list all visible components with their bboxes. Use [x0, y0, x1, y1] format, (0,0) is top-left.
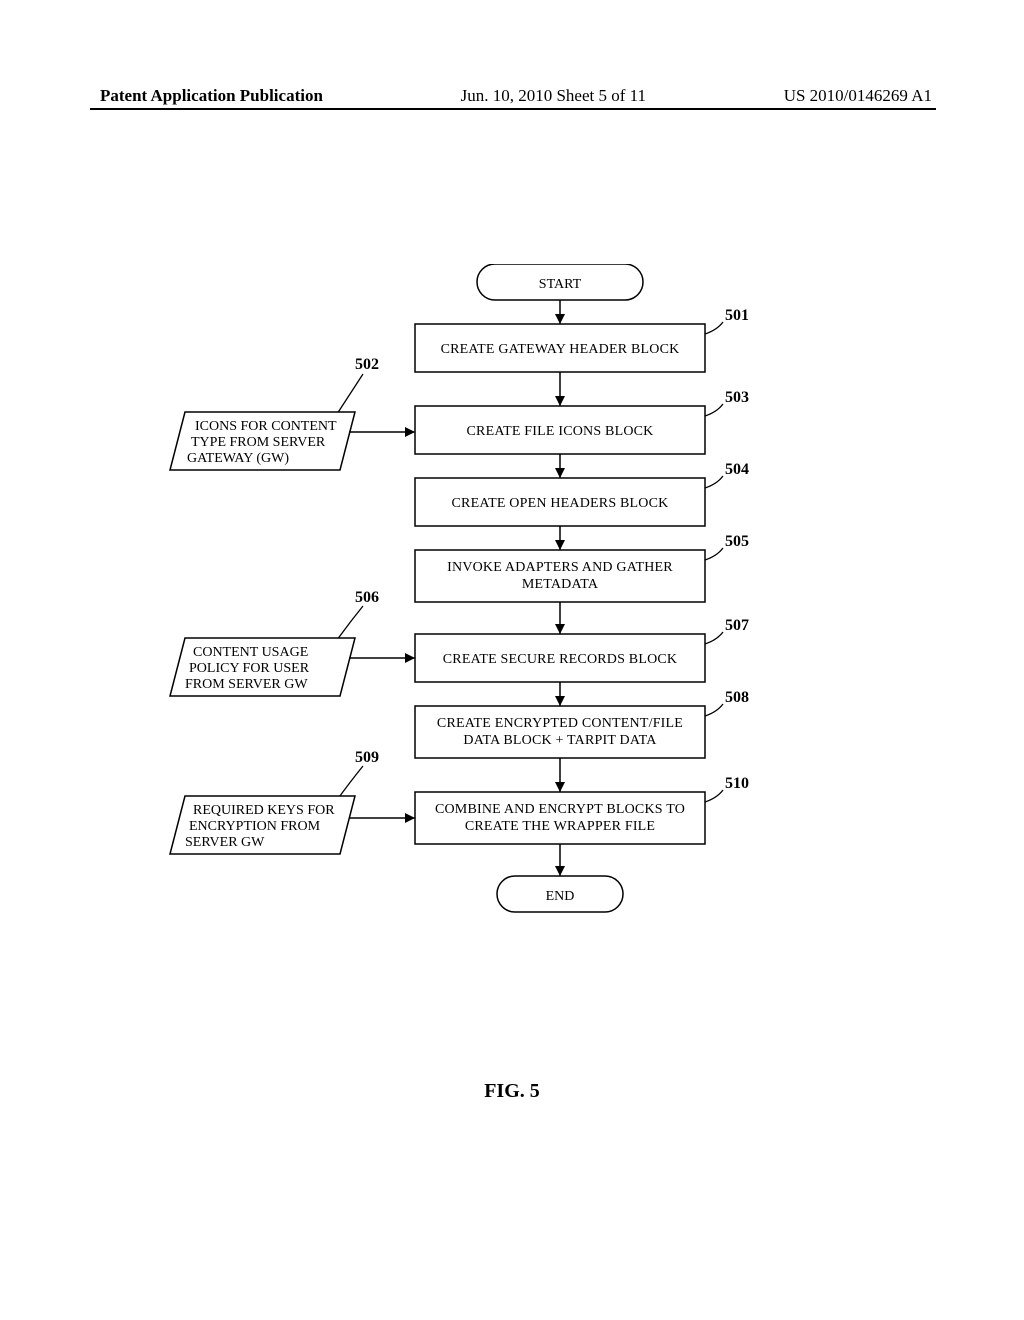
ref-506: 506: [355, 589, 379, 606]
leader-505: [705, 548, 723, 560]
leader-506: [337, 606, 363, 640]
data-509-line1: REQUIRED KEYS FOR: [193, 803, 335, 818]
process-507-label: CREATE SECURE RECORDS BLOCK: [443, 652, 678, 667]
data-509-line3: SERVER GW: [185, 835, 265, 850]
leader-503: [705, 404, 723, 416]
data-506-line1: CONTENT USAGE: [193, 645, 308, 660]
ref-507: 507: [725, 617, 749, 634]
leader-507: [705, 632, 723, 644]
terminal-start-label: START: [539, 277, 582, 292]
data-502-line2: TYPE FROM SERVER: [191, 435, 326, 450]
flowchart: START CREATE GATEWAY HEADER BLOCK 501 50…: [165, 264, 875, 984]
data-502-line3: GATEWAY (GW): [187, 451, 289, 466]
process-505: [415, 550, 705, 602]
leader-510: [705, 790, 723, 802]
leader-502: [337, 374, 363, 414]
process-510-line2: CREATE THE WRAPPER FILE: [465, 819, 655, 834]
process-508-line1: CREATE ENCRYPTED CONTENT/FILE: [437, 716, 683, 731]
data-502-line1: ICONS FOR CONTENT: [195, 419, 337, 434]
terminal-end-label: END: [546, 889, 575, 904]
data-506-line2: POLICY FOR USER: [189, 661, 310, 676]
leader-509: [337, 766, 363, 800]
process-501-label: CREATE GATEWAY HEADER BLOCK: [441, 342, 680, 357]
process-508: [415, 706, 705, 758]
leader-504: [705, 476, 723, 488]
data-506-line3: FROM SERVER GW: [185, 677, 308, 692]
leader-508: [705, 704, 723, 716]
ref-502: 502: [355, 356, 379, 373]
leader-501: [705, 322, 723, 334]
ref-501: 501: [725, 307, 749, 324]
process-503-label: CREATE FILE ICONS BLOCK: [467, 424, 654, 439]
page-header: Patent Application Publication Jun. 10, …: [0, 82, 1024, 106]
header-rule: [90, 108, 936, 110]
process-510-line1: COMBINE AND ENCRYPT BLOCKS TO: [435, 802, 685, 817]
header-left: Patent Application Publication: [100, 86, 323, 106]
header-center: Jun. 10, 2010 Sheet 5 of 11: [461, 86, 646, 106]
process-505-line2: METADATA: [522, 577, 599, 592]
process-510: [415, 792, 705, 844]
ref-503: 503: [725, 389, 749, 406]
process-505-line1: INVOKE ADAPTERS AND GATHER: [447, 560, 673, 575]
ref-508: 508: [725, 689, 749, 706]
process-504-label: CREATE OPEN HEADERS BLOCK: [452, 496, 669, 511]
header-right: US 2010/0146269 A1: [784, 86, 932, 106]
process-508-line2: DATA BLOCK + TARPIT DATA: [463, 733, 657, 748]
data-509-line2: ENCRYPTION FROM: [189, 819, 321, 834]
ref-505: 505: [725, 533, 749, 550]
ref-509: 509: [355, 749, 379, 766]
ref-510: 510: [725, 775, 749, 792]
figure-label: FIG. 5: [0, 1080, 1024, 1103]
ref-504: 504: [725, 461, 749, 478]
